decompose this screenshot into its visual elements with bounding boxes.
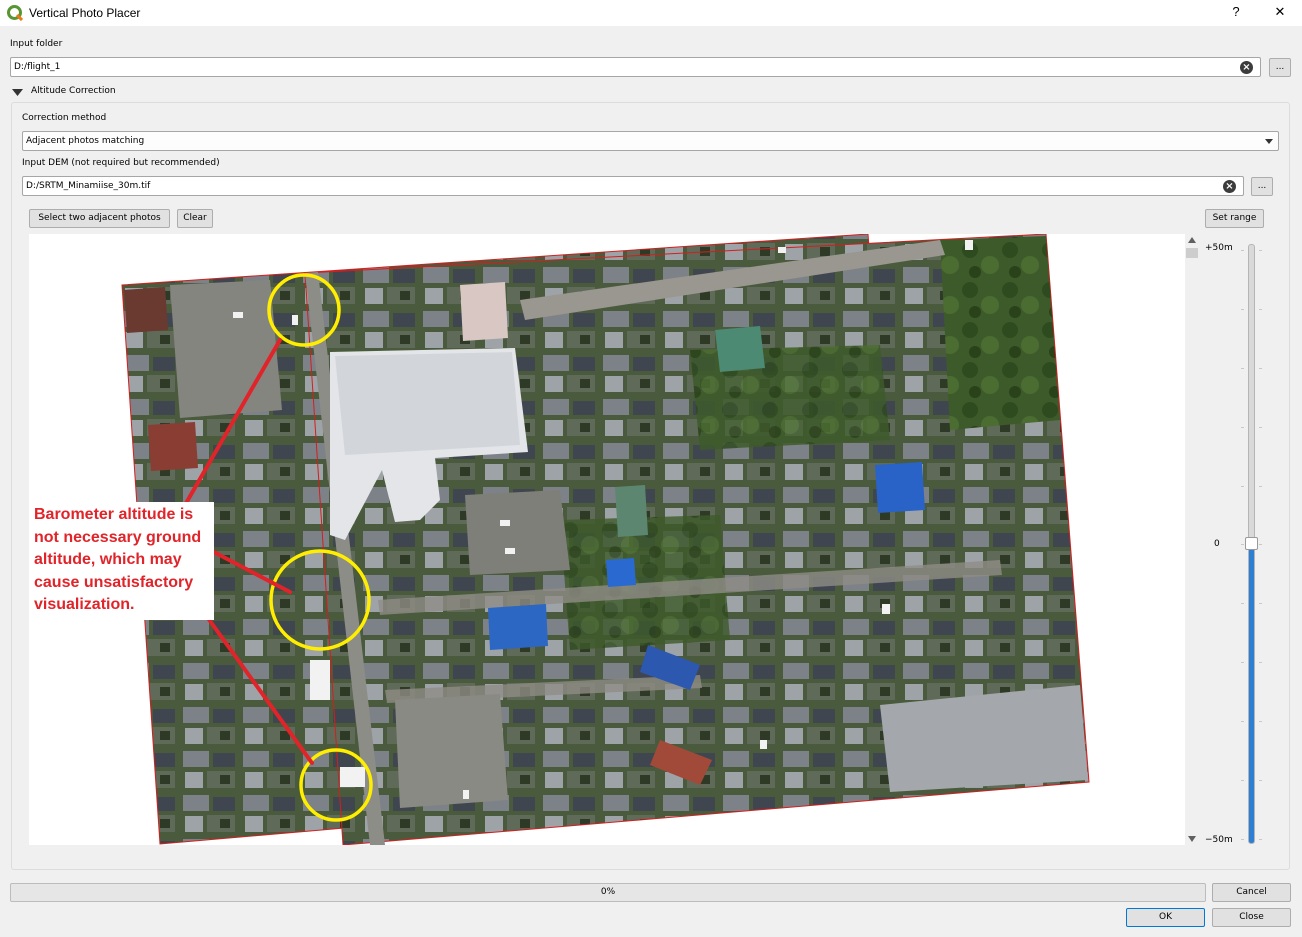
slider-tick: [1259, 780, 1262, 781]
slider-tick: [1241, 662, 1244, 663]
slider-tick: [1241, 839, 1244, 840]
correction-method-value: Adjacent photos matching: [26, 136, 145, 146]
altitude-slider-handle[interactable]: [1245, 537, 1258, 550]
scrollbar-arrows: [1186, 237, 1198, 842]
progress-bar: 0%: [10, 883, 1206, 902]
title-bar: Vertical Photo Placer ? ✕: [0, 0, 1302, 26]
help-button[interactable]: ?: [1226, 4, 1246, 19]
input-dem-browse-button[interactable]: ...: [1251, 177, 1273, 196]
progress-text: 0%: [600, 887, 616, 897]
annotation-text: Barometer altitude is not necessary grou…: [29, 502, 214, 620]
altitude-slider-fill: [1249, 545, 1254, 843]
slider-tick: [1259, 368, 1262, 369]
input-dem-label: Input DEM (not required but recommended): [22, 158, 220, 168]
altitude-correction-toggle[interactable]: Altitude Correction: [31, 86, 116, 96]
canvas-scrollbar[interactable]: [1185, 234, 1199, 845]
set-range-button[interactable]: Set range: [1205, 209, 1264, 228]
slider-tick: [1241, 544, 1244, 545]
cancel-button[interactable]: Cancel: [1212, 883, 1291, 902]
correction-method-select[interactable]: Adjacent photos matching: [22, 131, 1279, 151]
clear-circle-icon[interactable]: ×: [1240, 61, 1253, 74]
clear-button[interactable]: Clear: [177, 209, 213, 228]
slider-mid-label: 0: [1214, 539, 1220, 549]
chevron-down-icon: [1265, 139, 1273, 144]
slider-tick: [1241, 603, 1244, 604]
input-folder-field[interactable]: D:/flight_1 ×: [10, 57, 1261, 77]
slider-tick: [1241, 721, 1244, 722]
input-folder-label: Input folder: [10, 39, 63, 49]
input-folder-browse-button[interactable]: ...: [1269, 58, 1291, 77]
correction-method-label: Correction method: [22, 113, 107, 123]
clear-circle-icon[interactable]: ×: [1223, 180, 1236, 193]
slider-tick: [1259, 662, 1262, 663]
qgis-icon: [7, 5, 23, 21]
slider-tick: [1259, 309, 1262, 310]
slider-tick: [1259, 427, 1262, 428]
slider-tick: [1259, 250, 1262, 251]
slider-tick: [1241, 368, 1244, 369]
slider-tick: [1259, 544, 1262, 545]
select-adjacent-photos-button[interactable]: Select two adjacent photos: [29, 209, 170, 228]
ok-button[interactable]: OK: [1126, 908, 1205, 927]
window-close-button[interactable]: ✕: [1270, 4, 1290, 20]
triangle-down-icon[interactable]: [12, 88, 23, 97]
slider-tick: [1241, 250, 1244, 251]
slider-min-label: −50m: [1205, 835, 1233, 845]
slider-tick: [1259, 721, 1262, 722]
slider-tick: [1241, 486, 1244, 487]
slider-tick: [1241, 780, 1244, 781]
input-folder-value: D:/flight_1: [14, 62, 61, 72]
input-dem-value: D:/SRTM_Minamiise_30m.tif: [26, 181, 151, 191]
slider-tick: [1259, 839, 1262, 840]
slider-tick: [1241, 309, 1244, 310]
slider-tick: [1241, 427, 1244, 428]
slider-tick: [1259, 486, 1262, 487]
slider-tick: [1259, 603, 1262, 604]
input-dem-field[interactable]: D:/SRTM_Minamiise_30m.tif ×: [22, 176, 1244, 196]
window-title: Vertical Photo Placer: [29, 6, 141, 20]
slider-max-label: +50m: [1205, 243, 1233, 253]
close-button[interactable]: Close: [1212, 908, 1291, 927]
